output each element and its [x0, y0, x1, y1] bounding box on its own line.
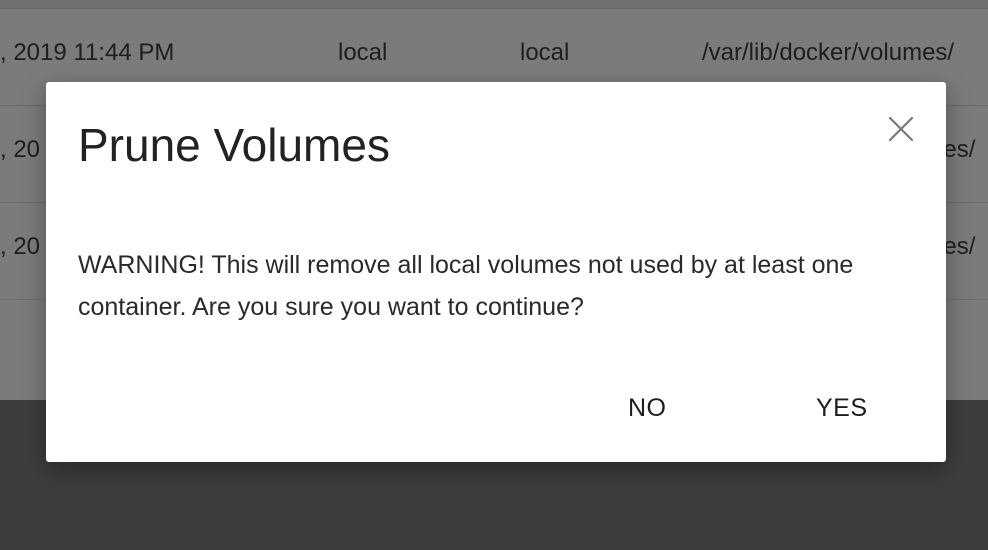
prune-volumes-dialog: Prune Volumes WARNING! This will remove … — [46, 82, 946, 462]
close-button[interactable] — [882, 110, 920, 148]
dialog-title: Prune Volumes — [78, 119, 390, 171]
close-icon — [888, 116, 914, 142]
dialog-message: WARNING! This will remove all local volu… — [78, 251, 854, 321]
yes-button[interactable]: YES — [806, 390, 878, 427]
no-button[interactable]: NO — [618, 390, 677, 427]
